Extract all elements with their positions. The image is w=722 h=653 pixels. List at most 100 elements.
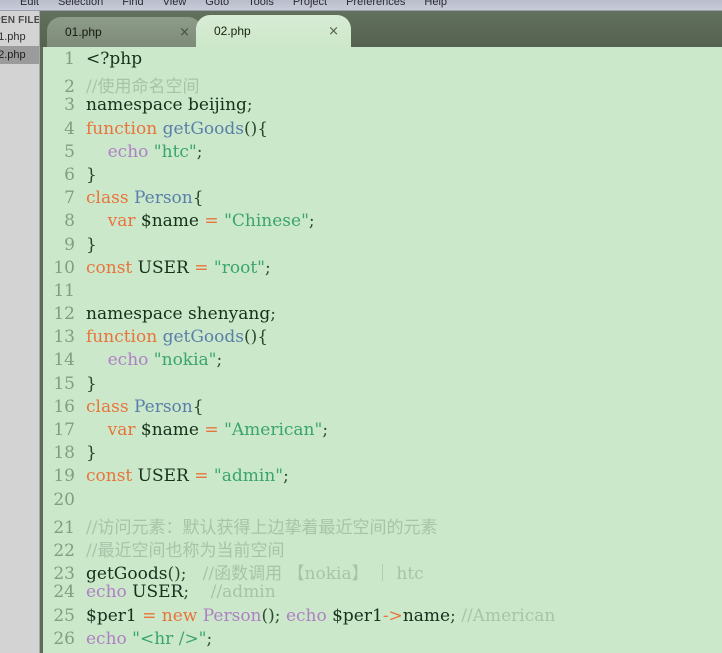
code-line-text: echo "<hr />";: [86, 628, 213, 649]
code-line-text: echo USER; //admin: [86, 582, 276, 603]
code-line-text: getGoods(); //函数调用 【nokia】 ｜ htc: [86, 564, 424, 585]
code-line[interactable]: 22 //最近空间也称为当前空间: [43, 536, 722, 561]
code-line[interactable]: 14 echo "nokia";: [43, 350, 722, 373]
tab-02php[interactable]: 02.php ×: [196, 15, 351, 47]
line-number: 15: [53, 373, 75, 394]
code-lines[interactable]: 1 <?php 2 //使用命名空间 3 namespace beijing; 4 funct…: [43, 49, 722, 652]
line-number: 14: [53, 350, 75, 371]
line-number: 8: [64, 211, 75, 232]
code-line[interactable]: 24 echo USER; //admin: [43, 582, 722, 605]
code-line[interactable]: 9}: [43, 235, 722, 258]
code-line[interactable]: 2 //使用命名空间: [43, 72, 722, 98]
line-number: 6: [64, 164, 75, 185]
code-line[interactable]: 4 function getGoods(){: [43, 119, 722, 142]
code-line-text: namespace beijing;: [86, 95, 253, 116]
code-line[interactable]: 23 getGoods(); //函数调用 【nokia】 ｜ htc: [43, 559, 722, 585]
line-number: 2: [64, 77, 75, 98]
line-number: 22: [53, 540, 75, 561]
menu-item-project[interactable]: Project: [293, 0, 327, 8]
menu-item-selection[interactable]: Selection: [58, 0, 103, 8]
line-number: 16: [53, 396, 75, 417]
close-icon[interactable]: ×: [179, 26, 190, 39]
menu-item-goto[interactable]: Goto: [205, 0, 229, 8]
menu-item-preferences[interactable]: Preferences: [346, 0, 405, 8]
code-line[interactable]: 6}: [43, 165, 722, 188]
code-line[interactable]: 19 const USER = "admin";: [43, 466, 722, 489]
code-line-text: class Person{: [86, 396, 204, 417]
code-line[interactable]: 8 var $name = "Chinese";: [43, 211, 722, 234]
line-number: 18: [53, 443, 75, 464]
code-line[interactable]: 7 class Person{: [43, 188, 722, 211]
code-line-text: echo "nokia";: [107, 350, 223, 371]
code-line-text: echo "htc";: [107, 141, 203, 162]
code-line[interactable]: 3 namespace beijing;: [43, 95, 722, 118]
code-line[interactable]: 10 const USER = "root";: [43, 258, 722, 281]
line-number: 23: [53, 564, 75, 585]
line-number: 10: [53, 257, 75, 278]
tab-label: 01.php: [65, 25, 102, 39]
code-line[interactable]: 25 $per1 = new Person(); echo $per1->name…: [43, 606, 722, 629]
code-line[interactable]: 13 function getGoods(){: [43, 327, 722, 350]
line-number: 3: [64, 95, 75, 116]
sublime-text-window: Edit Selection Find View Goto Tools Proj…: [0, 0, 722, 653]
sidebar-file-01php[interactable]: 01.php: [0, 28, 39, 46]
line-number: 20: [53, 489, 75, 510]
code-line-text: const USER = "root";: [86, 257, 271, 278]
code-line-text: var $name = "Chinese";: [107, 211, 315, 232]
code-editor[interactable]: 1 <?php 2 //使用命名空间 3 namespace beijing; 4 funct…: [40, 47, 722, 653]
code-line-text: class Person{: [86, 188, 204, 209]
code-line[interactable]: 26 echo "<hr />";: [43, 629, 722, 652]
code-line[interactable]: 21 //访问元素：默认获得上边挚着最近空间的元素: [43, 513, 722, 538]
sidebar-section-open-files: OPEN FILES: [0, 15, 40, 26]
tab-strip: 01.php × 02.php ×: [40, 11, 722, 47]
code-line[interactable]: 20: [43, 490, 722, 513]
code-line-text: //访问元素：默认获得上边挚着最近空间的元素: [86, 517, 438, 538]
tab-label: 02.php: [214, 24, 251, 38]
code-line-text: <?php: [86, 49, 143, 69]
code-line[interactable]: 15}: [43, 374, 722, 397]
line-number: 11: [53, 280, 75, 301]
menu-item-edit[interactable]: Edit: [20, 0, 39, 8]
code-line-text: //最近空间也称为当前空间: [86, 540, 285, 561]
menu-bar-items: Edit Selection Find View Goto Tools Proj…: [0, 0, 466, 10]
line-number: 21: [53, 517, 75, 538]
line-number: 17: [53, 420, 75, 440]
line-number: 26: [53, 628, 75, 649]
sidebar: OPEN FILES 01.php 02.php: [0, 11, 40, 653]
menu-item-view[interactable]: View: [163, 0, 187, 8]
code-line[interactable]: 12 namespace shenyang;: [43, 304, 722, 327]
line-number: 19: [53, 466, 75, 487]
code-line[interactable]: 17 var $name = "American";: [43, 420, 722, 443]
code-line-text: namespace shenyang;: [86, 304, 276, 325]
code-line-text: }: [86, 234, 97, 255]
menu-item-help[interactable]: Help: [424, 0, 447, 8]
code-line-text: const USER = "admin";: [86, 466, 289, 487]
code-line-text: function getGoods(){: [86, 327, 269, 348]
code-line-text: var $name = "American";: [107, 420, 329, 440]
code-line[interactable]: 18}: [43, 443, 722, 466]
tab-01php[interactable]: 01.php ×: [47, 17, 202, 47]
code-line[interactable]: 11: [43, 281, 722, 304]
line-number: 12: [53, 304, 75, 325]
line-number: 9: [64, 234, 75, 255]
code-line-text: $per1 = new Person(); echo $per1->name; …: [86, 605, 556, 626]
line-number: 24: [53, 582, 75, 603]
code-line-text: }: [86, 373, 97, 394]
close-icon[interactable]: ×: [328, 25, 339, 38]
code-line[interactable]: 16 class Person{: [43, 397, 722, 420]
menu-bar: Edit Selection Find View Goto Tools Proj…: [0, 0, 722, 11]
line-number: 4: [64, 118, 75, 139]
sidebar-file-02php[interactable]: 02.php: [0, 46, 39, 64]
line-number: 1: [64, 49, 75, 69]
code-line-text: }: [86, 164, 97, 185]
menu-item-find[interactable]: Find: [122, 0, 143, 8]
tab-bar: 01.php × 02.php ×: [40, 11, 722, 47]
code-line-text: //使用命名空间: [86, 77, 200, 98]
line-number: 7: [64, 188, 75, 209]
code-line[interactable]: 1 <?php: [43, 49, 722, 72]
line-number: 25: [53, 605, 75, 626]
code-line-text: }: [86, 443, 97, 464]
line-number: 13: [53, 327, 75, 348]
code-line[interactable]: 5 echo "htc";: [43, 142, 722, 165]
menu-item-tools[interactable]: Tools: [248, 0, 274, 8]
